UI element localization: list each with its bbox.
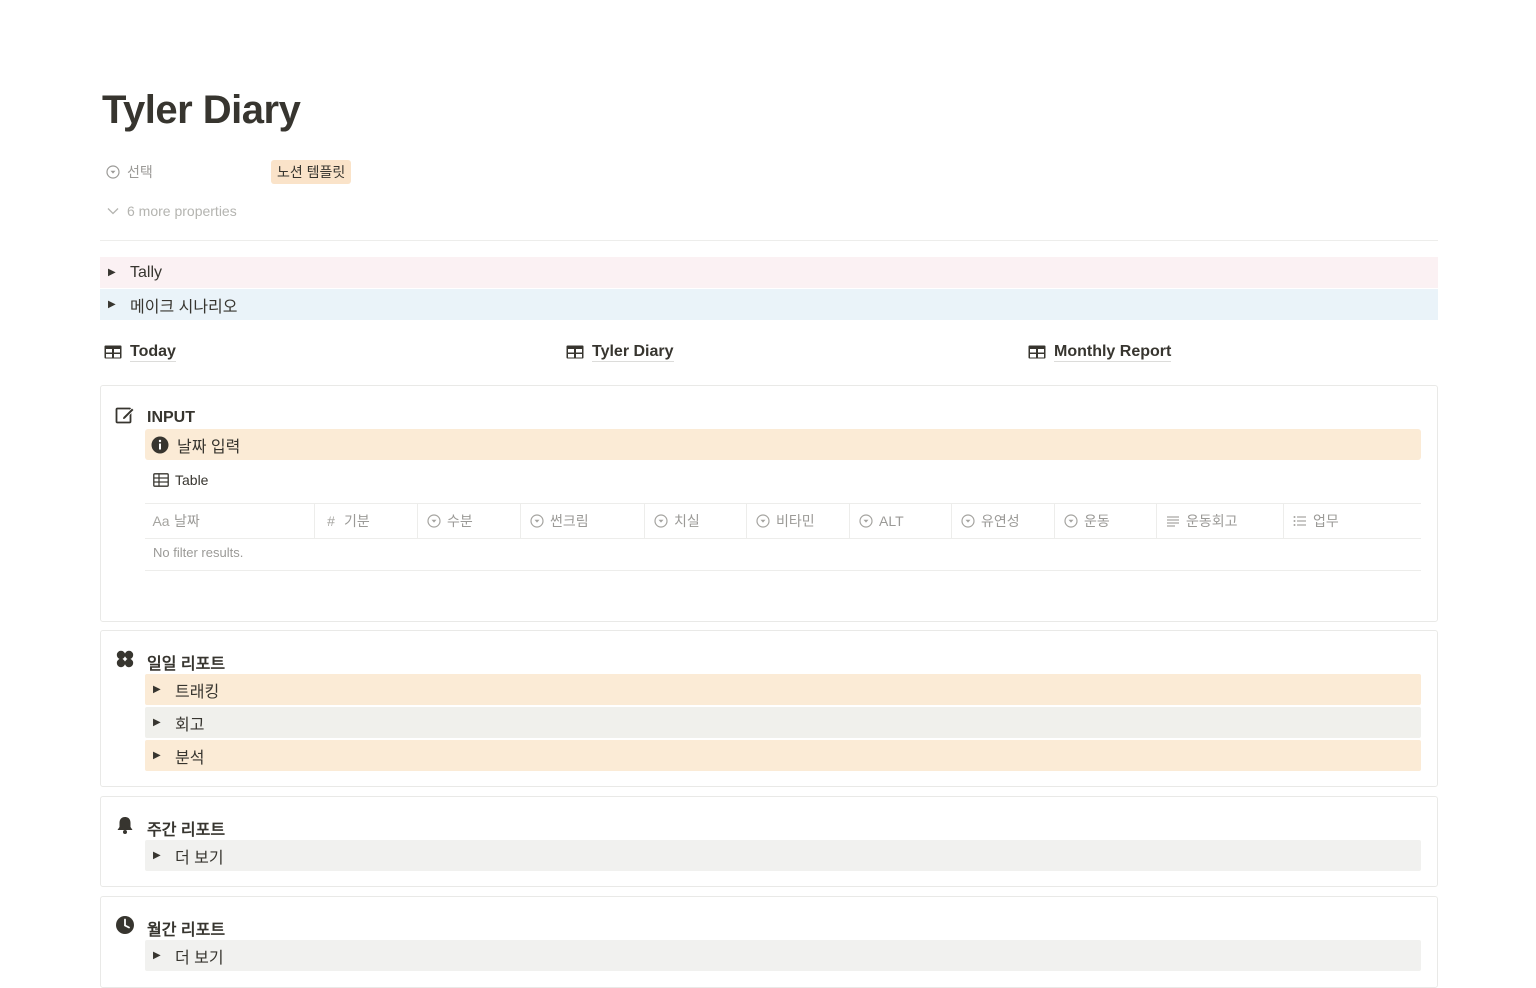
weekly-card-header: 주간 리포트 (115, 815, 225, 840)
linked-views: Today Tyler Diary Monthly Report (100, 338, 1438, 366)
toggle-triangle-icon[interactable]: ▶ (153, 950, 163, 961)
link-today[interactable]: Today (104, 338, 176, 366)
weekly-report-card: 주간 리포트 ▶ 더 보기 (100, 796, 1438, 887)
monthly-card-header: 월간 리포트 (115, 915, 225, 940)
column-header[interactable]: 운동 (1055, 504, 1157, 538)
text-lines-icon (1165, 515, 1181, 527)
toggle-triangle-icon[interactable]: ▶ (153, 717, 163, 728)
toggle-label: 더 보기 (175, 949, 224, 967)
toggle-triangle-icon[interactable]: ▶ (108, 299, 118, 310)
toggle-label: 회고 (175, 716, 205, 734)
card-title: 월간 리포트 (147, 921, 226, 939)
bell-icon (115, 815, 135, 840)
toggle-tracking[interactable]: ▶ 트래킹 (145, 674, 1421, 705)
link-label: Today (130, 342, 176, 362)
select-icon (960, 514, 976, 528)
view-tab-table[interactable]: Table (153, 472, 208, 488)
text-title-icon: Aa (152, 513, 170, 529)
callout-date-input[interactable]: 날짜 입력 (145, 429, 1421, 460)
select-icon (529, 514, 545, 528)
page-title[interactable]: Tyler Diary (102, 88, 301, 133)
column-label: ALT (879, 513, 904, 529)
property-tag[interactable]: 노션 템플릿 (271, 160, 352, 184)
select-icon (426, 514, 442, 528)
column-label: 수분 (447, 513, 473, 529)
column-label: 유연성 (981, 513, 1020, 529)
link-label: Tyler Diary (592, 342, 674, 362)
number-icon: # (327, 513, 335, 529)
column-label: 썬크림 (550, 513, 589, 529)
info-icon (151, 436, 169, 454)
column-header[interactable]: 썬크림 (521, 504, 645, 538)
table-footer-line (145, 570, 1421, 571)
column-header[interactable]: # 기분 (315, 504, 418, 538)
select-icon (755, 514, 771, 528)
toggle-make-scenario[interactable]: ▶ 메이크 시나리오 (100, 289, 1438, 320)
input-card: INPUT 날짜 입력 Table Aa 날짜 # 기분 수분 썬크림 치실 비타민… (100, 385, 1438, 622)
column-label: 치실 (674, 513, 700, 529)
select-icon (653, 514, 669, 528)
column-header[interactable]: 치실 (645, 504, 747, 538)
table-icon (566, 345, 584, 359)
daily-report-card: 일일 리포트 ▶ 트래킹 ▶ 회고 ▶ 분석 (100, 630, 1438, 787)
column-header[interactable]: 수분 (418, 504, 521, 538)
link-tyler-diary[interactable]: Tyler Diary (566, 338, 674, 366)
link-monthly-report[interactable]: Monthly Report (1028, 338, 1172, 366)
more-properties-button[interactable]: 6 more properties (105, 200, 237, 222)
toggle-label: 분석 (175, 749, 205, 767)
column-header[interactable]: 비타민 (747, 504, 850, 538)
card-title: 일일 리포트 (147, 655, 226, 673)
callout-text: 날짜 입력 (177, 438, 241, 456)
toggle-label: 트래킹 (175, 683, 220, 701)
table-icon (1028, 345, 1046, 359)
toggle-triangle-icon[interactable]: ▶ (153, 750, 163, 761)
toggle-monthly-more[interactable]: ▶ 더 보기 (145, 940, 1421, 971)
toggle-weekly-more[interactable]: ▶ 더 보기 (145, 840, 1421, 871)
toggle-triangle-icon[interactable]: ▶ (153, 684, 163, 695)
clover-icon (115, 649, 135, 674)
select-property-icon (105, 164, 121, 180)
monthly-report-card: 월간 리포트 ▶ 더 보기 (100, 896, 1438, 988)
toggle-label: Tally (130, 263, 163, 281)
column-label: 비타민 (776, 513, 815, 529)
toggle-label: 메이크 시나리오 (130, 298, 238, 316)
toggle-analysis[interactable]: ▶ 분석 (145, 740, 1421, 771)
toggle-label: 더 보기 (175, 849, 224, 867)
table-icon (104, 345, 122, 359)
daily-card-header: 일일 리포트 (115, 649, 225, 674)
column-header[interactable]: 운동회고 (1157, 504, 1284, 538)
column-label: 운동회고 (1186, 513, 1238, 529)
select-icon (1063, 514, 1079, 528)
chevron-down-icon (105, 203, 121, 219)
table-view-icon (153, 473, 169, 487)
toggle-tally[interactable]: ▶ Tally (100, 257, 1438, 288)
select-icon (858, 514, 874, 528)
divider (100, 240, 1438, 241)
column-label: 날짜 (174, 513, 200, 529)
edit-icon (115, 405, 135, 430)
card-title: 주간 리포트 (147, 821, 226, 839)
input-card-header: INPUT (115, 405, 195, 430)
clock-icon (115, 915, 135, 940)
column-header[interactable]: 업무 (1284, 504, 1421, 538)
empty-state-text: No filter results. (153, 545, 244, 560)
property-label: 선택 (127, 164, 153, 180)
toggle-triangle-icon[interactable]: ▶ (108, 267, 118, 278)
column-header[interactable]: Aa 날짜 (145, 504, 315, 538)
card-title: INPUT (147, 408, 195, 426)
column-header[interactable]: ALT (850, 504, 952, 538)
view-tab-label: Table (175, 472, 209, 488)
table-header: Aa 날짜 # 기분 수분 썬크림 치실 비타민 ALT 유연성 운동 운동회고 업… (145, 503, 1421, 539)
list-icon (1292, 515, 1308, 527)
toggle-retrospective[interactable]: ▶ 회고 (145, 707, 1421, 738)
toggle-triangle-icon[interactable]: ▶ (153, 850, 163, 861)
column-label: 운동 (1084, 513, 1110, 529)
more-properties-label: 6 more properties (127, 203, 237, 219)
column-label: 업무 (1313, 513, 1339, 529)
column-label: 기분 (344, 513, 370, 529)
property-row[interactable]: 선택 노션 템플릿 (105, 160, 705, 184)
column-header[interactable]: 유연성 (952, 504, 1055, 538)
link-label: Monthly Report (1054, 342, 1172, 362)
